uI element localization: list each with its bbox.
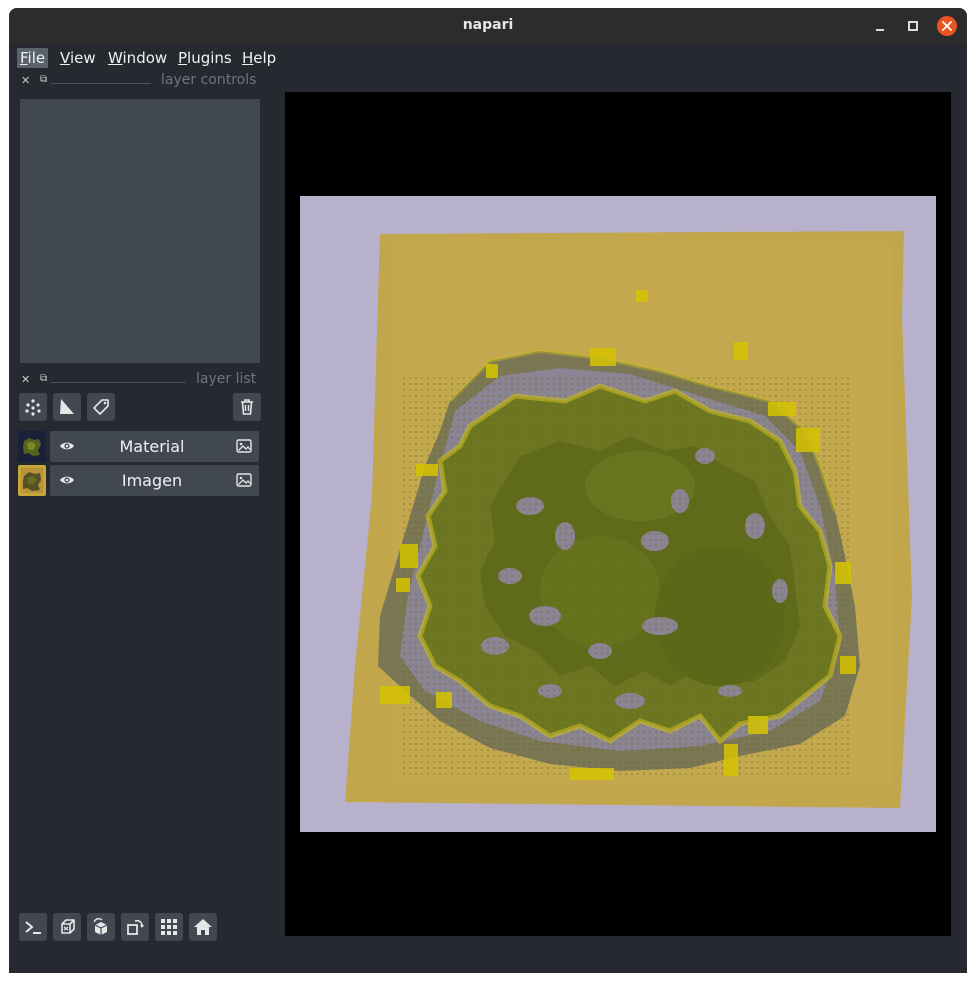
minimize-button[interactable] [870,16,890,36]
layer-thumbnail [18,465,46,496]
layer-thumbnail [18,431,46,462]
viewer-canvas[interactable] [285,92,951,936]
close-dock-icon[interactable]: ✕ [21,373,30,386]
transpose-dims-button[interactable] [121,913,149,941]
close-button[interactable] [937,16,957,36]
shapes-icon [60,399,74,414]
dock-divider [51,382,186,383]
layer-controls-title: layer controls [161,72,257,88]
float-dock-icon[interactable]: ⧉ [40,373,47,384]
maximize-button[interactable] [903,16,923,36]
eye-icon[interactable] [59,439,75,453]
layer-row-imagen[interactable]: Imagen [18,465,259,496]
grid-view-button[interactable] [155,913,183,941]
layer-controls-dock-header: ✕ ⧉ layer controls [21,72,261,89]
layer-list-dock-header: ✕ ⧉ layer list [21,371,261,388]
dock-divider [51,83,151,84]
maximize-icon [908,21,918,31]
new-shapes-layer-button[interactable] [53,393,81,421]
home-icon [194,919,212,935]
menu-plugins[interactable]: Plugins [175,48,235,68]
menu-file[interactable]: File [17,48,49,68]
delete-layer-button[interactable] [233,393,261,421]
layer-list-title: layer list [196,371,257,387]
layer-row-material[interactable]: Material [18,431,259,462]
new-points-layer-button[interactable] [19,393,47,421]
napari-window: napari File View Window Plugins Help ✕ ⧉… [9,8,967,973]
title-bar: napari [9,8,967,44]
transpose-icon [127,919,144,935]
layer-body[interactable]: Material [50,431,259,462]
roll-icon [93,917,108,935]
layer-body[interactable]: Imagen [50,465,259,496]
float-dock-icon[interactable]: ⧉ [40,74,47,85]
image-icon [236,473,252,487]
labels-icon [93,399,109,415]
console-icon [25,921,41,934]
image-display [300,196,936,832]
layer-name[interactable]: Material [82,437,222,456]
new-labels-layer-button[interactable] [87,393,115,421]
minimize-icon [876,29,884,31]
grid-icon [161,919,177,935]
console-button[interactable] [19,913,47,941]
trash-icon [241,399,253,415]
layer-controls-panel [20,99,260,363]
window-title: napari [462,17,514,33]
eye-icon[interactable] [59,473,75,487]
ndisplay-button[interactable] [53,913,81,941]
cube-3d-icon [61,919,75,934]
menu-view[interactable]: View [57,48,99,68]
close-dock-icon[interactable]: ✕ [21,74,30,87]
close-icon [942,21,952,31]
roll-dims-button[interactable] [87,913,115,941]
layer-name[interactable]: Imagen [82,471,222,490]
home-button[interactable] [189,913,217,941]
menu-help[interactable]: Help [239,48,279,68]
menu-window[interactable]: Window [105,48,170,68]
menu-bar: File View Window Plugins Help [9,44,967,71]
image-icon [236,439,252,453]
points-icon [25,399,41,416]
